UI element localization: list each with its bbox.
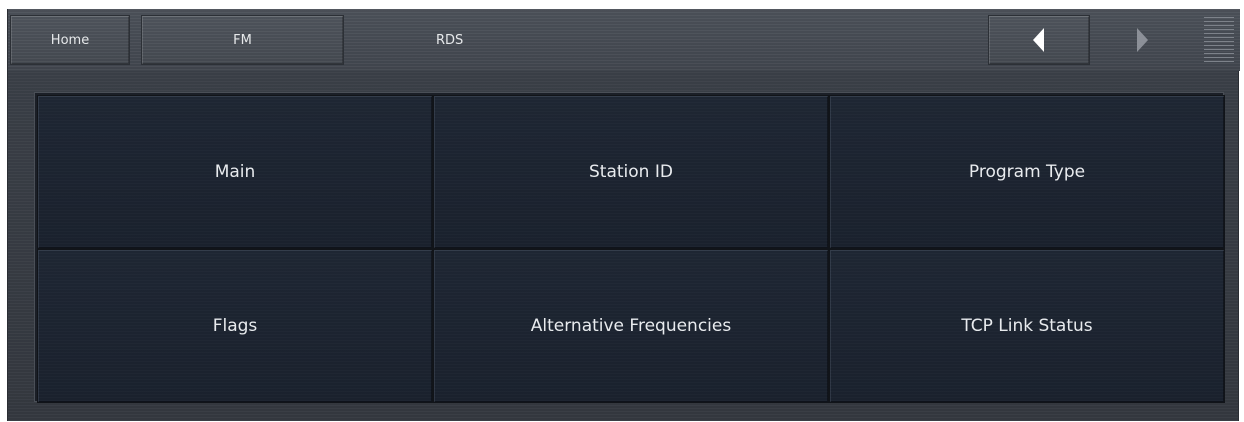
forward-button[interactable] — [1091, 15, 1193, 65]
tile-station-id[interactable]: Station ID — [433, 95, 829, 249]
rds-menu-grid: Main Station ID Program Type Flags Alter… — [35, 93, 1225, 403]
breadcrumb-rds-label: RDS — [436, 32, 464, 48]
tile-flags[interactable]: Flags — [37, 249, 433, 403]
tile-main[interactable]: Main — [37, 95, 433, 249]
breadcrumb-home-button[interactable]: Home — [10, 15, 130, 65]
triangle-left-icon — [1033, 28, 1044, 52]
tile-tcp-link-status[interactable]: TCP Link Status — [829, 249, 1225, 403]
tile-alternative-frequencies[interactable]: Alternative Frequencies — [433, 249, 829, 403]
back-button[interactable] — [988, 15, 1090, 65]
triangle-right-icon — [1137, 28, 1148, 52]
tile-program-type[interactable]: Program Type — [829, 95, 1225, 249]
top-navigation-bar: Home FM RDS — [8, 9, 1240, 71]
hamburger-menu-icon[interactable] — [1204, 17, 1236, 63]
breadcrumb-fm-button[interactable]: FM — [141, 15, 344, 65]
app-window: Home FM RDS Main Station ID Program Type… — [7, 9, 1240, 421]
